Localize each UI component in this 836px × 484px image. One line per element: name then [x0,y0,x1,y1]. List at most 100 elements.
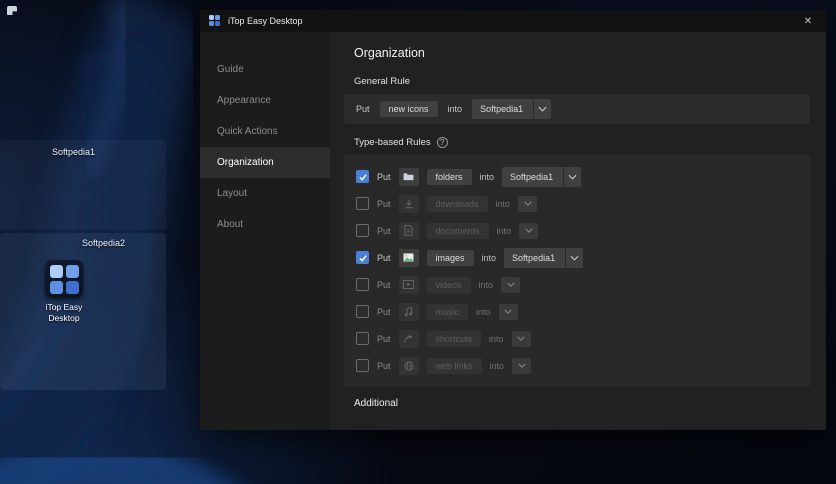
dropdown-value: Softpedia1 [510,171,554,182]
desktop-box-label[interactable]: Softpedia1 [52,147,95,157]
desktop-icon-itop[interactable]: iTop Easy Desktop [28,260,100,324]
app-logo-icon [209,15,221,27]
type-button[interactable]: documents [426,222,489,239]
rule-row-downloads: Put downloads into [344,190,810,217]
checkbox-unchecked[interactable] [356,224,369,237]
put-label: Put [377,333,391,344]
desktop: Softpedia1 Softpedia2 iTop Easy Desktop … [0,0,836,484]
rule-row-videos: Put videos into [344,271,810,298]
globe-icon[interactable] [398,356,419,375]
additional-heading: Additional [354,398,398,409]
close-icon[interactable]: ✕ [799,12,817,30]
general-rule-panel: Put new icons into Softpedia1 [344,94,810,124]
sidebar-item-quick-actions[interactable]: Quick Actions [200,116,330,147]
rule-dropdown[interactable]: Softpedia1 [502,166,582,187]
check-icon [358,173,367,181]
app-window: iTop Easy Desktop ✕ Guide Appearance Qui… [200,10,826,430]
help-icon[interactable]: ? [436,137,448,148]
document-icon[interactable] [398,221,419,240]
content-pane: Organization General Rule Put new icons … [330,32,826,430]
into-label: into [447,104,463,114]
sidebar-item-about[interactable]: About [200,209,330,240]
into-label: into [479,171,495,182]
chevron-down-icon [563,166,581,187]
put-label: Put [377,198,391,209]
put-label: Put [356,104,370,114]
put-label: Put [377,360,391,371]
chevron-down-icon [565,247,583,268]
sidebar-item-layout[interactable]: Layout [200,178,330,209]
download-icon[interactable] [398,194,419,213]
rule-dropdown-collapsed[interactable] [519,222,539,239]
chevron-down-icon [517,336,525,341]
page-title: Organization [354,46,425,60]
type-rules-heading: Type-based Rules ? [344,137,810,148]
type-button[interactable]: shortcuts [426,330,482,347]
type-button[interactable]: folders [426,168,472,185]
chevron-down-icon [523,201,532,206]
checkbox-unchecked[interactable] [356,332,369,345]
sidebar-item-appearance[interactable]: Appearance [200,85,330,116]
itop-logo-icon [45,260,83,298]
rule-dropdown-collapsed[interactable] [501,276,521,293]
into-label: into [476,306,491,317]
into-label: into [495,198,511,209]
into-label: into [489,360,505,371]
rule-row-images: Put images into Softpedia1 [344,244,810,271]
rule-dropdown-collapsed[interactable] [498,303,518,320]
desktop-icon-label: iTop Easy Desktop [45,302,83,323]
dropdown-value: Softpedia1 [512,252,556,263]
rule-row-folders: Put folders into Softpedia1 [344,163,810,190]
checkbox-unchecked[interactable] [356,359,369,372]
folder-icon[interactable] [398,167,419,186]
new-icons-button[interactable]: new icons [379,101,438,117]
put-label: Put [377,252,391,263]
checkbox-unchecked[interactable] [356,278,369,291]
rule-dropdown-collapsed[interactable] [518,195,538,212]
put-label: Put [377,279,391,290]
general-rule-heading-text: General Rule [354,76,410,87]
check-icon [358,254,367,262]
type-button[interactable]: videos [426,276,471,293]
checkbox-unchecked[interactable] [356,305,369,318]
video-icon[interactable] [398,275,419,294]
chevron-down-icon [524,228,533,233]
rule-row-documents: Put documents into [344,217,810,244]
chevron-down-icon [517,363,526,368]
checkbox-checked[interactable] [356,251,369,264]
sidebar: Guide Appearance Quick Actions Organizat… [200,32,330,430]
put-label: Put [377,225,391,236]
rule-dropdown[interactable]: Softpedia1 [504,247,584,268]
into-label: into [481,252,497,263]
dropdown-value: Softpedia1 [480,104,524,114]
sidebar-item-organization[interactable]: Organization [200,147,330,178]
chevron-down-icon [533,99,551,119]
rule-dropdown-collapsed[interactable] [511,330,531,347]
titlebar[interactable]: iTop Easy Desktop ✕ [200,10,826,32]
checkbox-checked[interactable] [356,170,369,183]
into-label: into [478,279,494,290]
into-label: into [496,225,512,236]
general-rule-dropdown[interactable]: Softpedia1 [472,99,552,119]
type-button[interactable]: web links [426,357,482,374]
shortcut-arrow-icon[interactable] [398,329,419,348]
rule-row-music: Put music into [344,298,810,325]
put-label: Put [377,171,391,182]
chevron-down-icon [506,282,515,287]
type-button[interactable]: downloads [426,195,488,212]
type-button[interactable]: images [426,249,474,266]
sidebar-item-guide[interactable]: Guide [200,54,330,85]
put-label: Put [377,306,391,317]
music-icon[interactable] [398,302,419,321]
type-rules-panel: Put folders into Softpedia1 Put download… [344,155,810,387]
rule-dropdown-collapsed[interactable] [512,357,532,374]
rule-row-shortcuts: Put shortcuts into [344,325,810,352]
type-button[interactable]: music [426,303,469,320]
image-icon[interactable] [398,248,419,267]
checkbox-unchecked[interactable] [356,197,369,210]
general-rule-heading: General Rule [344,76,810,87]
desktop-box-label[interactable]: Softpedia2 [82,238,125,248]
rule-row-weblinks: Put web links into [344,352,810,379]
window-title: iTop Easy Desktop [228,16,303,26]
into-label: into [489,333,504,344]
